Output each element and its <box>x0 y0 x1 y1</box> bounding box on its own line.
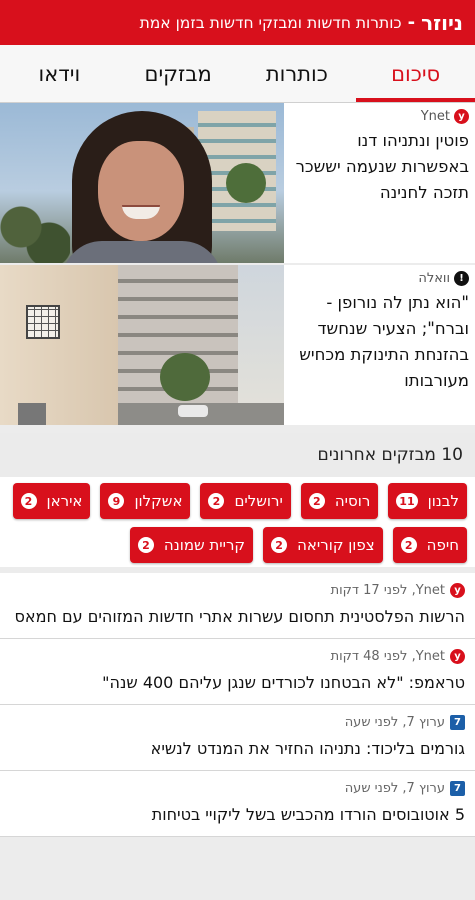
article-source: y Ynet <box>290 109 469 124</box>
tab-video[interactable]: וידאו <box>0 45 119 102</box>
article-card[interactable]: y Ynet פוטין ונתניהו דנו באפשרות שנעמה י… <box>0 103 475 263</box>
photo-tree <box>160 353 210 401</box>
article-text: ! וואלה "הוא נתן לה נורופן - וברח"; הצעי… <box>284 265 475 425</box>
alert-time: לפני 17 דקות <box>330 583 408 598</box>
alert-time: לפני 48 דקות <box>330 649 408 664</box>
alert-source-name: ערוץ 7 <box>406 781 445 796</box>
alert-time: לפני שעה <box>344 715 399 730</box>
tab-flashes[interactable]: מבזקים <box>119 45 238 102</box>
article-card[interactable]: ! וואלה "הוא נתן לה נורופן - וברח"; הצעי… <box>0 265 475 425</box>
photo-door <box>18 403 46 425</box>
tab-headlines[interactable]: כותרות <box>238 45 357 102</box>
alert-source: Ynet, לפני 48 דקות <box>330 649 445 664</box>
alert-item[interactable]: y Ynet, לפני 48 דקות טראמפ: "לא הבטחנו ל… <box>0 639 475 705</box>
topic-tag-label: ירושלים <box>234 492 283 510</box>
article-photo[interactable] <box>0 103 284 263</box>
topic-tag-count: 2 <box>400 537 417 553</box>
topic-tag-label: קריית שמונה <box>163 536 246 554</box>
article-source-name: Ynet <box>420 109 450 124</box>
photo-tree <box>0 203 70 263</box>
photo-tree <box>226 163 266 203</box>
app-header: ניוזר - כותרות חדשות ומבזקי חדשות בזמן א… <box>0 0 475 45</box>
alert-source: Ynet, לפני 17 דקות <box>330 583 445 598</box>
topic-tag[interactable]: ירושלים 2 <box>200 483 291 519</box>
article-source: ! וואלה <box>290 271 469 286</box>
alert-item[interactable]: 7 ערוץ 7, לפני שעה 5 אוטובוסים הורדו מהכ… <box>0 771 475 837</box>
alerts-list: y Ynet, לפני 17 דקות הרשות הפלסטינית תחס… <box>0 573 475 837</box>
topic-tag[interactable]: לבנון 11 <box>388 483 467 519</box>
article-source-name: וואלה <box>418 271 450 286</box>
arutz7-logo-icon: 7 <box>450 781 465 796</box>
topic-tag[interactable]: קריית שמונה 2 <box>129 527 254 563</box>
topic-tag-label: לבנון <box>427 492 459 510</box>
alert-text: הרשות הפלסטינית תחסום עשרות אתרי חדשות ה… <box>14 607 465 626</box>
alert-meta: 7 ערוץ 7, לפני שעה <box>10 781 465 796</box>
app-brand: ניוזר <box>421 10 463 35</box>
photo-window <box>26 305 60 339</box>
topic-tag[interactable]: חיפה 2 <box>392 527 467 563</box>
tab-bar: סיכום כותרות מבזקים וידאו <box>0 45 475 103</box>
alert-text: גורמים בליכוד: נתניהו החזיר את המנדט לנש… <box>150 739 465 758</box>
topic-tags: לבנון 11 רוסיה 2 ירושלים 2 אשקלון 9 אירא… <box>0 477 475 567</box>
alert-source-name: Ynet <box>415 583 445 598</box>
topic-tag-count: 2 <box>271 537 288 553</box>
app-root: ניוזר - כותרות חדשות ומבזקי חדשות בזמן א… <box>0 0 475 900</box>
topic-tag-count: 2 <box>137 537 154 553</box>
topic-tag[interactable]: צפון קוריאה 2 <box>263 527 383 563</box>
ynet-logo-icon: y <box>450 649 465 664</box>
topic-tag-count: 2 <box>208 493 225 509</box>
photo-sky <box>238 265 284 425</box>
topic-tag-label: איראן <box>46 492 83 510</box>
alert-source-name: ערוץ 7 <box>406 715 445 730</box>
article-photo[interactable] <box>0 265 284 425</box>
topic-tag-label: חיפה <box>426 536 459 554</box>
walla-logo-icon: ! <box>454 271 469 286</box>
alert-meta: 7 ערוץ 7, לפני שעה <box>10 715 465 730</box>
alert-item[interactable]: y Ynet, לפני 17 דקות הרשות הפלסטינית תחס… <box>0 573 475 639</box>
alert-time: לפני שעה <box>344 781 399 796</box>
alert-item[interactable]: 7 ערוץ 7, לפני שעה גורמים בליכוד: נתניהו… <box>0 705 475 771</box>
header-separator: - <box>407 12 416 33</box>
topic-tag-count: 2 <box>308 493 325 509</box>
alert-source: ערוץ 7, לפני שעה <box>344 781 445 796</box>
app-tagline: כותרות חדשות ומבזקי חדשות בזמן אמת <box>139 13 402 32</box>
alert-text: 5 אוטובוסים הורדו מהכביש בשל ליקויי בטיח… <box>151 805 465 824</box>
alert-meta: y Ynet, לפני 17 דקות <box>10 583 465 598</box>
article-headline: פוטין ונתניהו דנו באפשרות שנעמה יששכר תז… <box>295 131 469 202</box>
photo-person-body <box>62 241 222 263</box>
alert-source-name: Ynet <box>415 649 445 664</box>
alert-meta: y Ynet, לפני 48 דקות <box>10 649 465 664</box>
article-text: y Ynet פוטין ונתניהו דנו באפשרות שנעמה י… <box>284 103 475 263</box>
photo-person-face <box>98 141 184 241</box>
article-headline: "הוא נתן לה נורופן - וברח"; הצעיר שנחשד … <box>299 293 469 390</box>
topic-tag-label: רוסיה <box>334 492 371 510</box>
topic-tag[interactable]: רוסיה 2 <box>300 483 379 519</box>
topic-tag-count: 9 <box>108 493 125 509</box>
tab-summary[interactable]: סיכום <box>356 45 475 102</box>
ynet-logo-icon: y <box>454 109 469 124</box>
alert-text: טראמפ: "לא הבטחנו לכורדים שנגן עליהם 400… <box>102 673 465 692</box>
topic-tag[interactable]: איראן 2 <box>12 483 91 519</box>
ynet-logo-icon: y <box>450 583 465 598</box>
arutz7-logo-icon: 7 <box>450 715 465 730</box>
topic-tag-count: 2 <box>20 493 37 509</box>
flash-section-title: 10 מבזקים אחרונים <box>0 433 475 477</box>
alert-source: ערוץ 7, לפני שעה <box>344 715 445 730</box>
topic-tag-label: צפון קוריאה <box>297 536 375 554</box>
topic-tag[interactable]: אשקלון 9 <box>100 483 191 519</box>
photo-wall <box>0 265 120 425</box>
topic-tag-label: אשקלון <box>134 492 183 510</box>
topic-tag-count: 11 <box>396 493 418 509</box>
photo-car <box>178 405 208 417</box>
